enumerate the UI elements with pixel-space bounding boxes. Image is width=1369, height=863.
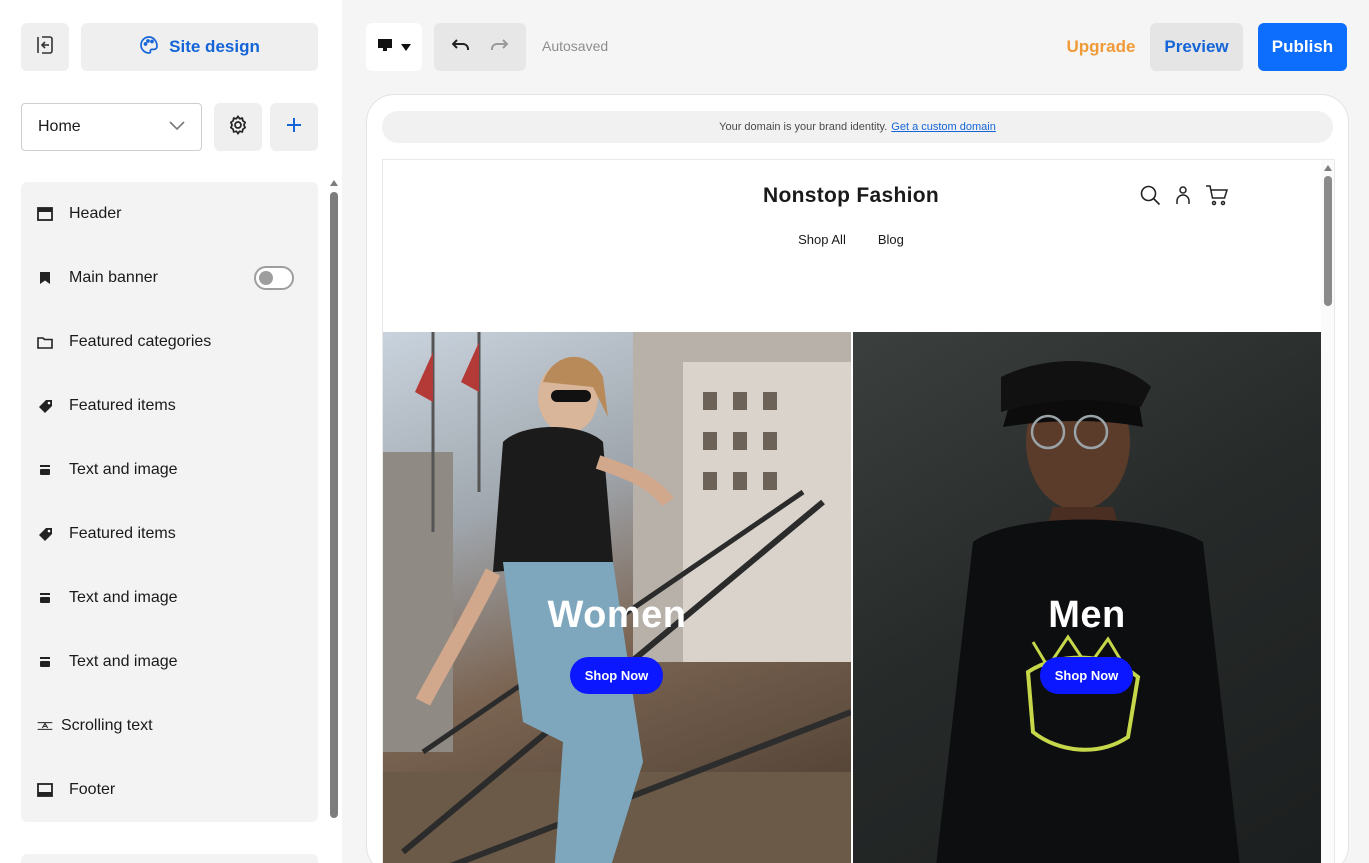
section-item-label: Main banner <box>69 269 158 286</box>
preview-scroll-thumb[interactable] <box>1324 176 1332 306</box>
domain-banner: Your domain is your brand identity. Get … <box>382 111 1333 143</box>
section-item-scrolling-text[interactable]: Scrolling text <box>21 694 318 758</box>
store-nav: Shop All Blog <box>383 232 1319 247</box>
section-item-featured-items[interactable]: Featured items <box>21 374 318 438</box>
folder-icon <box>37 334 53 350</box>
palette-icon <box>139 35 159 60</box>
section-item-label: Header <box>69 205 122 222</box>
site-design-button[interactable]: Site design <box>81 23 318 71</box>
sidebar-scrollbar[interactable] <box>330 180 338 820</box>
section-item-label: Featured items <box>69 397 176 414</box>
section-item-main-banner[interactable]: Main banner <box>21 246 318 310</box>
section-item-label: Text and image <box>69 653 178 670</box>
search-icon[interactable] <box>1140 185 1161 211</box>
section-item-header[interactable]: Header <box>21 182 318 246</box>
section-item-text-and-image[interactable]: Text and image <box>21 566 318 630</box>
chevron-down-icon <box>169 118 185 136</box>
hero-title: Men <box>1048 594 1126 636</box>
header-icon <box>37 206 53 222</box>
scroll-up-arrow-icon[interactable] <box>1324 165 1332 171</box>
tag-icon <box>37 398 53 414</box>
section-item-label: Featured categories <box>69 333 212 350</box>
upgrade-link[interactable]: Upgrade <box>1060 23 1142 71</box>
redo-button[interactable] <box>490 38 509 57</box>
plus-icon <box>285 116 303 139</box>
gear-icon <box>227 114 249 141</box>
nav-link-blog[interactable]: Blog <box>877 232 905 247</box>
section-item-label: Featured items <box>69 525 176 542</box>
section-item-text-and-image[interactable]: Text and image <box>21 630 318 694</box>
section-item-label: Footer <box>69 781 116 798</box>
text-image-icon <box>37 654 53 670</box>
site-design-label: Site design <box>169 37 260 56</box>
desktop-icon <box>377 38 393 57</box>
hero-title: Women <box>547 594 687 636</box>
tag-icon <box>37 526 53 542</box>
section-item-label: Scrolling text <box>61 717 153 734</box>
domain-banner-text: Your domain is your brand identity. <box>719 121 888 133</box>
redo-icon <box>491 38 509 50</box>
preview-button[interactable]: Preview <box>1150 23 1243 71</box>
account-icon[interactable] <box>1175 185 1191 210</box>
sidebar-next-panel <box>21 854 318 863</box>
text-image-icon <box>37 462 53 478</box>
device-preview-dropdown[interactable] <box>366 23 422 71</box>
section-item-footer[interactable]: Footer <box>21 758 318 822</box>
caret-down-icon <box>401 38 411 56</box>
editor-sidebar: Site design Home Header Main banner Feat… <box>0 0 342 863</box>
autosave-status: Autosaved <box>542 38 609 54</box>
publish-button[interactable]: Publish <box>1258 23 1347 71</box>
sidebar-scroll-thumb[interactable] <box>330 192 338 818</box>
shop-now-button[interactable]: Shop Now <box>570 657 663 694</box>
history-controls <box>434 23 526 71</box>
text-image-icon <box>37 590 53 606</box>
exit-icon <box>34 34 56 61</box>
shop-now-button[interactable]: Shop Now <box>1040 657 1133 694</box>
nav-link-shop-all[interactable]: Shop All <box>797 232 847 247</box>
page-select[interactable]: Home <box>21 103 202 151</box>
preview-scrollbar[interactable] <box>1321 160 1334 863</box>
footer-icon <box>37 782 53 798</box>
bookmark-icon <box>37 270 53 286</box>
site-preview-canvas: Your domain is your brand identity. Get … <box>366 94 1349 863</box>
section-item-featured-items[interactable]: Featured items <box>21 502 318 566</box>
custom-domain-link[interactable]: Get a custom domain <box>891 121 996 133</box>
section-item-featured-categories[interactable]: Featured categories <box>21 310 318 374</box>
scroll-up-arrow-icon[interactable] <box>330 180 338 186</box>
section-item-label: Text and image <box>69 461 178 478</box>
page-settings-button[interactable] <box>214 103 262 151</box>
add-page-button[interactable] <box>270 103 318 151</box>
store-header-icons <box>1140 184 1229 211</box>
page-select-value: Home <box>38 118 81 135</box>
scrolling-text-icon <box>37 718 53 734</box>
undo-icon <box>451 38 469 50</box>
section-item-text-and-image[interactable]: Text and image <box>21 438 318 502</box>
site-frame: Nonstop Fashion Shop All Blog Women Shop… <box>382 159 1335 863</box>
hero-women[interactable]: Women Shop Now <box>383 332 851 863</box>
cart-icon[interactable] <box>1205 184 1229 211</box>
hero-men[interactable]: Men Shop Now <box>853 332 1321 863</box>
undo-button[interactable] <box>451 38 470 57</box>
exit-editor-button[interactable] <box>21 23 69 71</box>
section-item-label: Text and image <box>69 589 178 606</box>
sections-list: Header Main banner Featured categories F… <box>21 182 318 822</box>
main-banner-visibility-toggle[interactable] <box>254 266 294 290</box>
